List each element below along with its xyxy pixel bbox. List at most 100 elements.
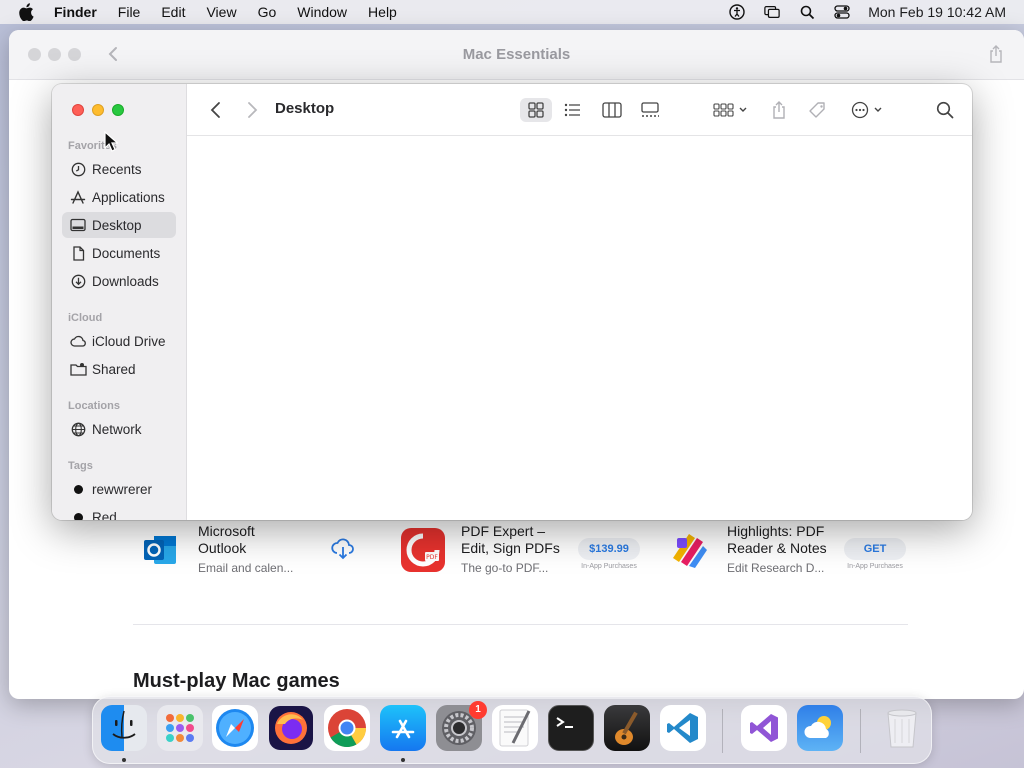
sidebar-item-label: Desktop bbox=[92, 217, 142, 233]
launchpad-icon[interactable] bbox=[157, 705, 203, 751]
app-name: Microsoft Outlook bbox=[198, 523, 255, 556]
menu-bar: Finder File Edit View Go Window Help Mon… bbox=[0, 0, 1024, 24]
chrome-icon[interactable] bbox=[324, 705, 370, 751]
app-store-page-title: Mac Essentials bbox=[462, 46, 571, 63]
terminal-icon[interactable] bbox=[548, 705, 594, 751]
app-card-pdf-expert[interactable]: PDF PDF Expert – Edit, Sign PDFs The go-… bbox=[401, 523, 641, 583]
cloud-icon bbox=[69, 332, 87, 350]
garageband-icon[interactable] bbox=[604, 705, 650, 751]
sidebar-item-desktop[interactable]: Desktop bbox=[62, 212, 176, 238]
sidebar-item-documents[interactable]: Documents bbox=[62, 240, 176, 266]
finder-window: Favorites Recents Applications Desktop D… bbox=[52, 84, 972, 520]
textedit-icon[interactable] bbox=[492, 705, 538, 751]
finder-content-area[interactable] bbox=[187, 137, 972, 520]
icloud-download-icon[interactable] bbox=[330, 537, 356, 561]
menu-app-name[interactable]: Finder bbox=[54, 4, 97, 20]
price-button[interactable]: $139.99 bbox=[578, 538, 640, 560]
share-icon[interactable] bbox=[988, 44, 1004, 64]
mouse-cursor-icon bbox=[104, 130, 120, 153]
finder-sidebar: Favorites Recents Applications Desktop D… bbox=[52, 84, 187, 520]
tag-icon[interactable] bbox=[807, 98, 829, 122]
column-view-button[interactable] bbox=[599, 98, 625, 122]
dock-separator bbox=[722, 709, 723, 753]
sidebar-item-shared[interactable]: Shared bbox=[62, 356, 176, 382]
app-store-titlebar: Mac Essentials bbox=[9, 30, 1024, 80]
icon-view-button[interactable] bbox=[520, 98, 552, 122]
gallery-view-button[interactable] bbox=[637, 98, 663, 122]
menu-help[interactable]: Help bbox=[368, 4, 397, 20]
sidebar-item-label: Recents bbox=[92, 161, 142, 177]
menu-file[interactable]: File bbox=[118, 4, 141, 20]
section-title: Must-play Mac games bbox=[133, 670, 340, 692]
back-button[interactable] bbox=[205, 98, 227, 122]
running-indicator bbox=[401, 758, 405, 762]
window-controls bbox=[72, 104, 132, 116]
sidebar-section-tags: Tags bbox=[68, 460, 93, 472]
sidebar-item-applications[interactable]: Applications bbox=[62, 184, 176, 210]
app-card-outlook[interactable]: Microsoft Outlook Email and calen... bbox=[138, 523, 368, 583]
sidebar-item-label: Documents bbox=[92, 245, 161, 261]
sidebar-item-tag-red[interactable]: Red bbox=[62, 504, 176, 520]
control-center-icon[interactable] bbox=[834, 4, 850, 20]
get-button[interactable]: GET bbox=[844, 538, 906, 560]
trash-icon[interactable] bbox=[879, 705, 925, 751]
menu-edit[interactable]: Edit bbox=[161, 4, 185, 20]
applications-icon bbox=[69, 188, 87, 206]
search-icon[interactable] bbox=[933, 98, 957, 122]
pdf-expert-icon: PDF bbox=[401, 528, 445, 572]
menu-window[interactable]: Window bbox=[297, 4, 347, 20]
sidebar-item-downloads[interactable]: Downloads bbox=[62, 268, 176, 294]
in-app-purchases-label: In-App Purchases bbox=[581, 563, 637, 570]
list-view-button[interactable] bbox=[559, 98, 585, 122]
finder-icon[interactable] bbox=[101, 705, 147, 751]
svg-text:PDF: PDF bbox=[426, 554, 438, 561]
visual-studio-icon[interactable] bbox=[741, 705, 787, 751]
sidebar-item-label: Red bbox=[92, 509, 117, 521]
in-app-purchases-label: In-App Purchases bbox=[847, 563, 903, 570]
accessibility-icon[interactable] bbox=[729, 4, 745, 20]
dock-separator bbox=[860, 709, 861, 753]
vscode-icon[interactable] bbox=[660, 705, 706, 751]
weather-icon[interactable] bbox=[797, 705, 843, 751]
sidebar-item-label: rewwrerer bbox=[92, 481, 153, 497]
share-icon[interactable] bbox=[769, 98, 789, 122]
sidebar-item-icloud-drive[interactable]: iCloud Drive bbox=[62, 328, 176, 354]
shared-folder-icon bbox=[69, 360, 87, 378]
dock: 1 bbox=[92, 696, 932, 764]
group-by-button[interactable] bbox=[711, 98, 751, 122]
menubar-clock[interactable]: Mon Feb 19 10:42 AM bbox=[868, 4, 1006, 20]
spotlight-icon[interactable] bbox=[799, 4, 815, 20]
app-store-icon[interactable] bbox=[380, 705, 426, 751]
menu-view[interactable]: View bbox=[206, 4, 236, 20]
app-card-highlights[interactable]: Highlights: PDF Reader & Notes Edit Rese… bbox=[667, 523, 917, 583]
globe-icon bbox=[69, 420, 87, 438]
menu-go[interactable]: Go bbox=[258, 4, 277, 20]
tag-dot-icon bbox=[69, 508, 87, 520]
document-icon bbox=[69, 244, 87, 262]
clock-icon bbox=[69, 160, 87, 178]
more-actions-button[interactable] bbox=[849, 98, 889, 122]
app-name: Highlights: PDF Reader & Notes bbox=[727, 523, 827, 556]
sidebar-item-tag[interactable]: rewwrerer bbox=[62, 476, 176, 502]
sidebar-item-label: Shared bbox=[92, 361, 136, 377]
close-button[interactable] bbox=[72, 104, 84, 116]
screen-mirroring-icon[interactable] bbox=[764, 4, 780, 20]
sidebar-item-network[interactable]: Network bbox=[62, 416, 176, 442]
zoom-button[interactable] bbox=[112, 104, 124, 116]
sidebar-item-label: Applications bbox=[92, 189, 165, 205]
tag-dot-icon bbox=[69, 480, 87, 498]
firefox-icon[interactable] bbox=[268, 705, 314, 751]
safari-icon[interactable] bbox=[212, 705, 258, 751]
forward-button[interactable] bbox=[241, 98, 263, 122]
apple-menu-icon[interactable] bbox=[18, 3, 36, 21]
sidebar-item-label: iCloud Drive bbox=[92, 333, 166, 349]
finder-toolbar: Desktop bbox=[187, 84, 972, 136]
sidebar-item-label: Downloads bbox=[92, 273, 159, 289]
minimize-button[interactable] bbox=[92, 104, 104, 116]
desktop-icon bbox=[69, 216, 87, 234]
sidebar-item-recents[interactable]: Recents bbox=[62, 156, 176, 182]
app-subtitle: Edit Research D... bbox=[727, 561, 825, 575]
highlights-icon bbox=[667, 528, 711, 572]
sidebar-item-label: Network bbox=[92, 421, 142, 437]
running-indicator bbox=[122, 758, 126, 762]
